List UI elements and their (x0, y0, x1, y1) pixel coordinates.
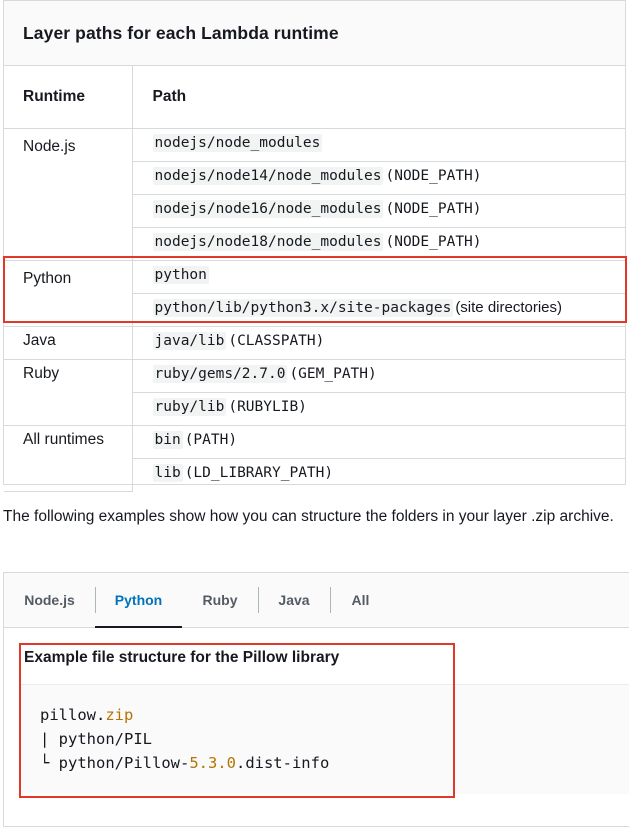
path-cell: python/lib/python3.x/site-packages (site … (132, 293, 625, 327)
path-code: nodejs/node14/node_modules (152, 166, 384, 185)
intro-text: The following examples show how you can … (3, 508, 614, 525)
path-code: ruby/gems/2.7.0 (152, 364, 288, 383)
table-row: Node.js nodejs/node_modules (4, 128, 625, 261)
path-code: java/lib (152, 331, 227, 350)
path-cell: nodejs/node_modules (132, 128, 625, 162)
path-code: python/lib/python3.x/site-packages (152, 298, 454, 317)
path-cell: nodejs/node18/node_modules (NODE_PATH) (132, 227, 625, 261)
runtime-cell-ruby: Ruby (4, 359, 133, 426)
path-cell: bin (PATH) (132, 425, 625, 459)
code-text: └ python/Pillow- (40, 754, 190, 772)
tab-python[interactable]: Python (95, 573, 182, 628)
layer-paths-table: Runtime Path Node.js nodejs/node_modules… (4, 66, 625, 492)
tab-java[interactable]: Java (258, 573, 330, 627)
table-row: Java java/lib (CLASSPATH) (4, 326, 625, 360)
path-code: nodejs/node16/node_modules (152, 199, 384, 218)
table-header-row: Runtime Path (4, 66, 625, 129)
path-cell: java/lib (CLASSPATH) (132, 326, 625, 360)
env-var-note: (PATH) (184, 431, 238, 448)
runtime-cell-nodejs: Node.js (4, 128, 133, 261)
table-row: Ruby ruby/gems/2.7.0 (GEM_PATH) (4, 359, 625, 426)
env-var-note: (GEM_PATH) (289, 365, 377, 382)
path-cell: lib (LD_LIBRARY_PATH) (132, 458, 625, 491)
tab-ruby[interactable]: Ruby (182, 573, 258, 627)
tab-all[interactable]: All (330, 573, 391, 627)
path-cell: ruby/lib (RUBYLIB) (132, 392, 625, 426)
table-title: Layer paths for each Lambda runtime (4, 1, 625, 66)
code-line-1: pillow.zip (40, 706, 133, 724)
path-cell: nodejs/node16/node_modules (NODE_PATH) (132, 194, 625, 228)
column-header-runtime: Runtime (4, 66, 133, 129)
path-code: bin (152, 430, 183, 449)
path-code: lib (152, 463, 183, 482)
table-row: Python python (4, 260, 625, 327)
examples-panel: Node.js Python Ruby Java All Example fil… (3, 572, 629, 827)
env-var-note: (NODE_PATH) (385, 233, 482, 250)
path-code: python (152, 265, 209, 284)
runtime-cell-all: All runtimes (4, 425, 133, 492)
env-var-note: (CLASSPATH) (228, 332, 325, 349)
env-var-note: (LD_LIBRARY_PATH) (184, 464, 334, 481)
path-cell: ruby/gems/2.7.0 (GEM_PATH) (132, 359, 625, 393)
code-line-2: | python/PIL (40, 730, 152, 748)
path-code: nodejs/node18/node_modules (152, 232, 384, 251)
code-block: pillow.zip | python/PIL └ python/Pillow-… (19, 684, 629, 794)
tab-nodejs[interactable]: Node.js (4, 573, 95, 627)
env-var-note: (RUBYLIB) (228, 398, 307, 415)
column-header-path: Path (132, 66, 625, 129)
env-var-note: (NODE_PATH) (385, 167, 482, 184)
runtime-cell-java: Java (4, 326, 133, 360)
table-row: All runtimes bin (PATH) (4, 425, 625, 492)
runtime-tab-bar: Node.js Python Ruby Java All (4, 573, 629, 628)
path-cell: python (132, 260, 625, 294)
path-code: nodejs/node_modules (152, 133, 323, 152)
layer-paths-panel: Layer paths for each Lambda runtime Runt… (3, 0, 626, 492)
code-extension: zip (105, 706, 134, 724)
code-version: 5.3.0 (189, 754, 236, 772)
code-text: .dist-info (235, 754, 330, 772)
path-cell: nodejs/node14/node_modules (NODE_PATH) (132, 161, 625, 195)
example-title: Example file structure for the Pillow li… (24, 649, 340, 666)
path-code: ruby/lib (152, 397, 227, 416)
runtime-cell-python: Python (4, 260, 133, 327)
site-directories-note: (site directories) (455, 298, 563, 316)
code-text: pillow. (40, 706, 106, 724)
env-var-note: (NODE_PATH) (385, 200, 482, 217)
code-line-3: └ python/Pillow-5.3.0.dist-info (40, 754, 329, 772)
